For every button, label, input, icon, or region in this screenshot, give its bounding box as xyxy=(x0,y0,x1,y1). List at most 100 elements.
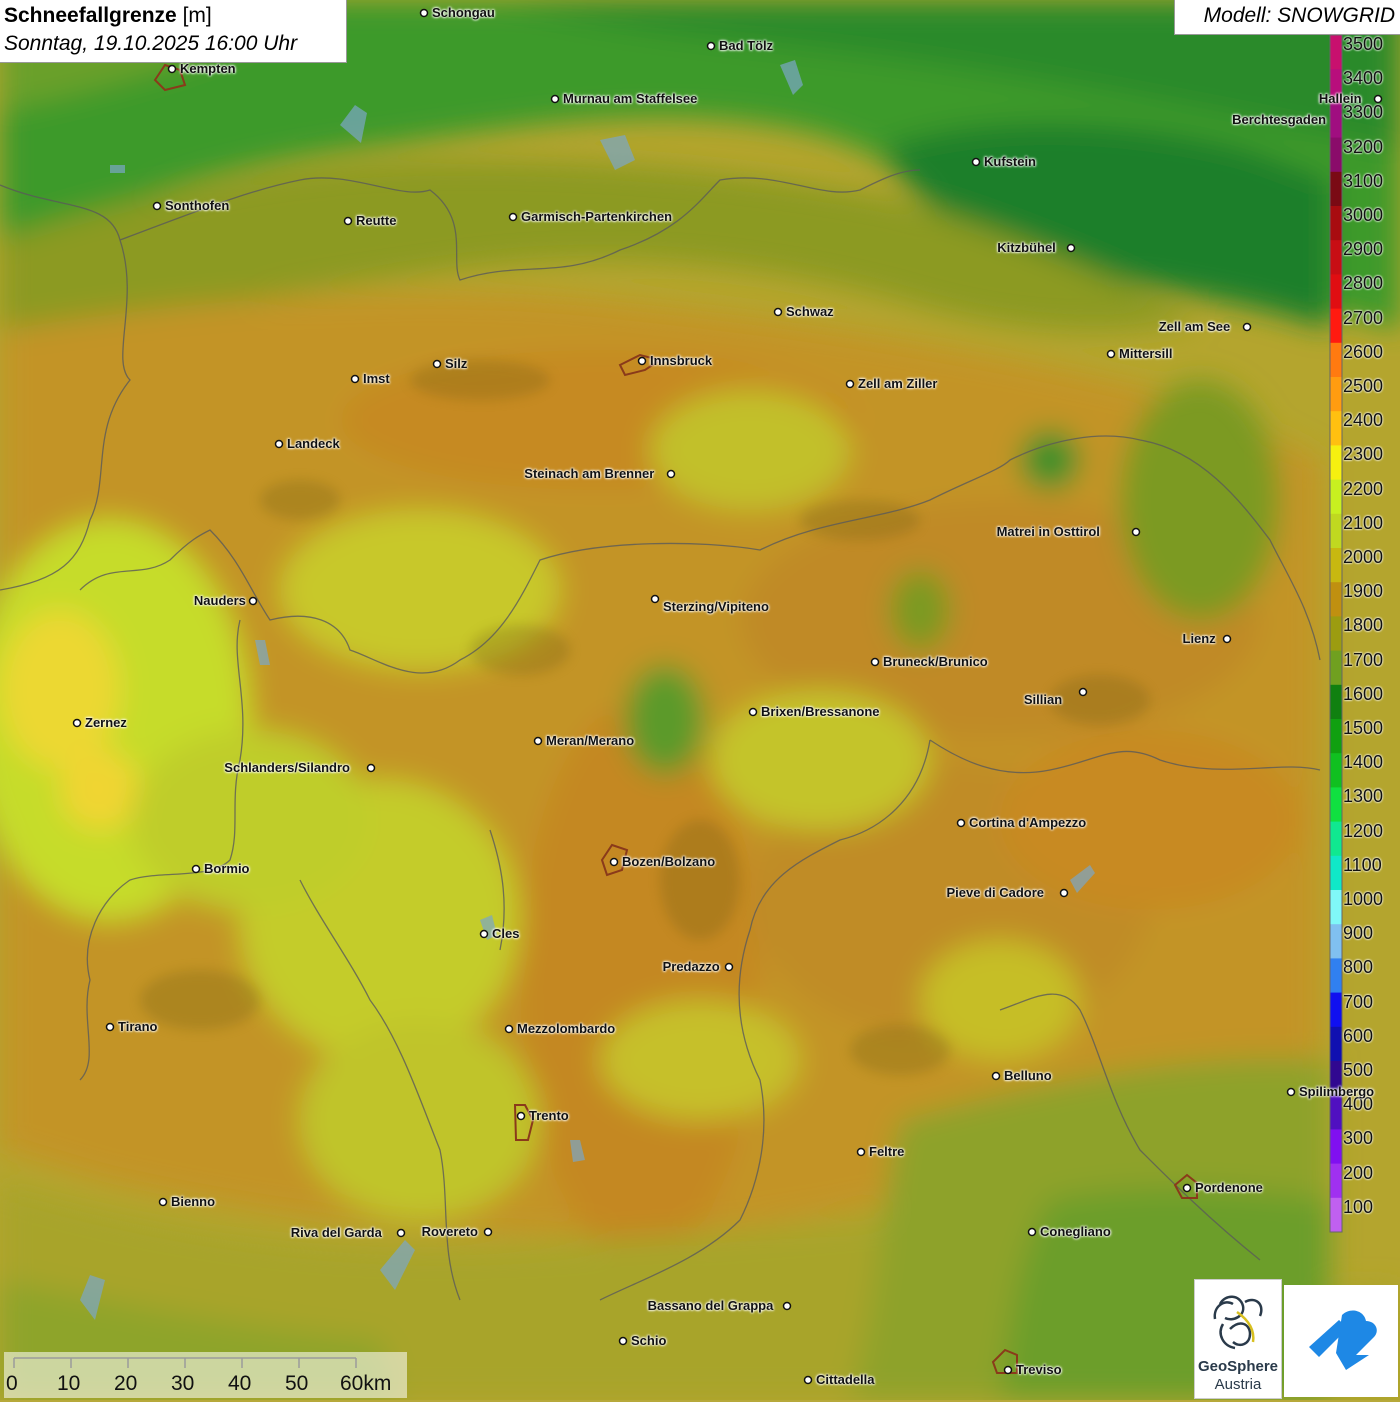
city-label[interactable]: Steinach am Brenner xyxy=(524,467,654,480)
city-label[interactable]: Bruneck/Brunico xyxy=(883,655,988,668)
city-label[interactable]: Cortina d'Ampezzo xyxy=(969,816,1086,829)
city-label[interactable]: Bad Tölz xyxy=(719,39,773,52)
city-label[interactable]: Pordenone xyxy=(1195,1181,1263,1194)
city-marker[interactable] xyxy=(773,307,783,317)
city-marker[interactable] xyxy=(516,1111,526,1121)
city-label[interactable]: Cles xyxy=(492,927,519,940)
city-label[interactable]: Spilimbergo xyxy=(1299,1085,1374,1098)
city-marker[interactable] xyxy=(343,216,353,226)
city-marker[interactable] xyxy=(432,359,442,369)
city-marker[interactable] xyxy=(856,1147,866,1157)
city-marker[interactable] xyxy=(350,374,360,384)
city-label[interactable]: Kitzbühel xyxy=(997,241,1056,254)
city-label[interactable]: Cittadella xyxy=(816,1373,875,1386)
city-label[interactable]: Matrei in Osttirol xyxy=(997,525,1100,538)
city-label[interactable]: Schio xyxy=(631,1334,666,1347)
city-marker[interactable] xyxy=(550,94,560,104)
city-marker[interactable] xyxy=(191,864,201,874)
geosphere-logo[interactable]: GeoSphere Austria xyxy=(1194,1279,1282,1399)
city-label[interactable]: Sterzing/Vipiteno xyxy=(663,600,769,613)
city-label[interactable]: Bormio xyxy=(204,862,250,875)
city-marker[interactable] xyxy=(533,736,543,746)
city-marker[interactable] xyxy=(1286,1087,1296,1097)
city-marker[interactable] xyxy=(1242,322,1252,332)
city-marker[interactable] xyxy=(1131,527,1141,537)
city-label[interactable]: Belluno xyxy=(1004,1069,1052,1082)
city-marker[interactable] xyxy=(618,1336,628,1346)
app-logo[interactable] xyxy=(1284,1285,1398,1397)
city-marker[interactable] xyxy=(1182,1183,1192,1193)
city-marker[interactable] xyxy=(479,929,489,939)
city-label[interactable]: Schwaz xyxy=(786,305,834,318)
city-marker[interactable] xyxy=(650,594,660,604)
city-marker[interactable] xyxy=(870,657,880,667)
city-label[interactable]: Bienno xyxy=(171,1195,215,1208)
city-label[interactable]: Meran/Merano xyxy=(546,734,634,747)
city-marker[interactable] xyxy=(1222,634,1232,644)
city-label[interactable]: Reutte xyxy=(356,214,396,227)
city-label[interactable]: Treviso xyxy=(1016,1363,1062,1376)
city-marker[interactable] xyxy=(1059,888,1069,898)
city-label[interactable]: Zernez xyxy=(85,716,127,729)
city-label[interactable]: Bozen/Bolzano xyxy=(622,855,715,868)
city-marker[interactable] xyxy=(956,818,966,828)
city-label[interactable]: Pieve di Cadore xyxy=(947,886,1045,899)
city-marker[interactable] xyxy=(72,718,82,728)
city-marker[interactable] xyxy=(152,201,162,211)
city-marker[interactable] xyxy=(748,707,758,717)
city-label[interactable]: Schlanders/Silandro xyxy=(224,761,350,774)
city-label[interactable]: Kufstein xyxy=(984,155,1036,168)
city-label[interactable]: Tirano xyxy=(118,1020,158,1033)
city-marker[interactable] xyxy=(782,1301,792,1311)
city-marker[interactable] xyxy=(991,1071,1001,1081)
city-marker[interactable] xyxy=(803,1375,813,1385)
city-label[interactable]: Feltre xyxy=(869,1145,904,1158)
city-label[interactable]: Mittersill xyxy=(1119,347,1172,360)
city-marker[interactable] xyxy=(483,1227,493,1237)
city-marker[interactable] xyxy=(158,1197,168,1207)
city-label[interactable]: Garmisch-Partenkirchen xyxy=(521,210,672,223)
city-marker[interactable] xyxy=(1066,243,1076,253)
city-marker[interactable] xyxy=(1078,687,1088,697)
city-label[interactable]: Kempten xyxy=(180,62,236,75)
city-marker[interactable] xyxy=(396,1228,406,1238)
city-marker[interactable] xyxy=(724,962,734,972)
city-label[interactable]: Predazzo xyxy=(663,960,720,973)
city-marker[interactable] xyxy=(105,1022,115,1032)
city-label[interactable]: Zell am Ziller xyxy=(858,377,937,390)
city-marker[interactable] xyxy=(366,763,376,773)
city-label[interactable]: Lienz xyxy=(1183,632,1216,645)
city-marker[interactable] xyxy=(419,8,429,18)
city-marker[interactable] xyxy=(248,596,258,606)
city-marker[interactable] xyxy=(845,379,855,389)
city-marker[interactable] xyxy=(706,41,716,51)
city-label[interactable]: Hallein xyxy=(1319,92,1362,105)
city-marker[interactable] xyxy=(1003,1365,1013,1375)
city-label[interactable]: Brixen/Bressanone xyxy=(761,705,880,718)
city-label[interactable]: Berchtesgaden xyxy=(1232,113,1326,126)
city-label[interactable]: Riva del Garda xyxy=(291,1226,382,1239)
city-label[interactable]: Mezzolombardo xyxy=(517,1022,615,1035)
city-label[interactable]: Bassano del Grappa xyxy=(648,1299,774,1312)
city-marker[interactable] xyxy=(508,212,518,222)
city-marker[interactable] xyxy=(666,469,676,479)
city-marker[interactable] xyxy=(504,1024,514,1034)
city-marker[interactable] xyxy=(971,157,981,167)
city-label[interactable]: Landeck xyxy=(287,437,340,450)
city-marker[interactable] xyxy=(609,857,619,867)
city-label[interactable]: Sonthofen xyxy=(165,199,229,212)
city-label[interactable]: Imst xyxy=(363,372,390,385)
city-label[interactable]: Innsbruck xyxy=(650,354,712,367)
city-label[interactable]: Schongau xyxy=(432,6,495,19)
city-label[interactable]: Rovereto xyxy=(422,1225,478,1238)
city-label[interactable]: Zell am See xyxy=(1159,320,1231,333)
city-marker[interactable] xyxy=(274,439,284,449)
city-marker[interactable] xyxy=(1106,349,1116,359)
city-label[interactable]: Conegliano xyxy=(1040,1225,1111,1238)
city-label[interactable]: Murnau am Staffelsee xyxy=(563,92,697,105)
city-label[interactable]: Trento xyxy=(529,1109,569,1122)
city-label[interactable]: Sillian xyxy=(1024,693,1062,706)
city-marker[interactable] xyxy=(167,64,177,74)
city-marker[interactable] xyxy=(1027,1227,1037,1237)
city-marker[interactable] xyxy=(637,356,647,366)
